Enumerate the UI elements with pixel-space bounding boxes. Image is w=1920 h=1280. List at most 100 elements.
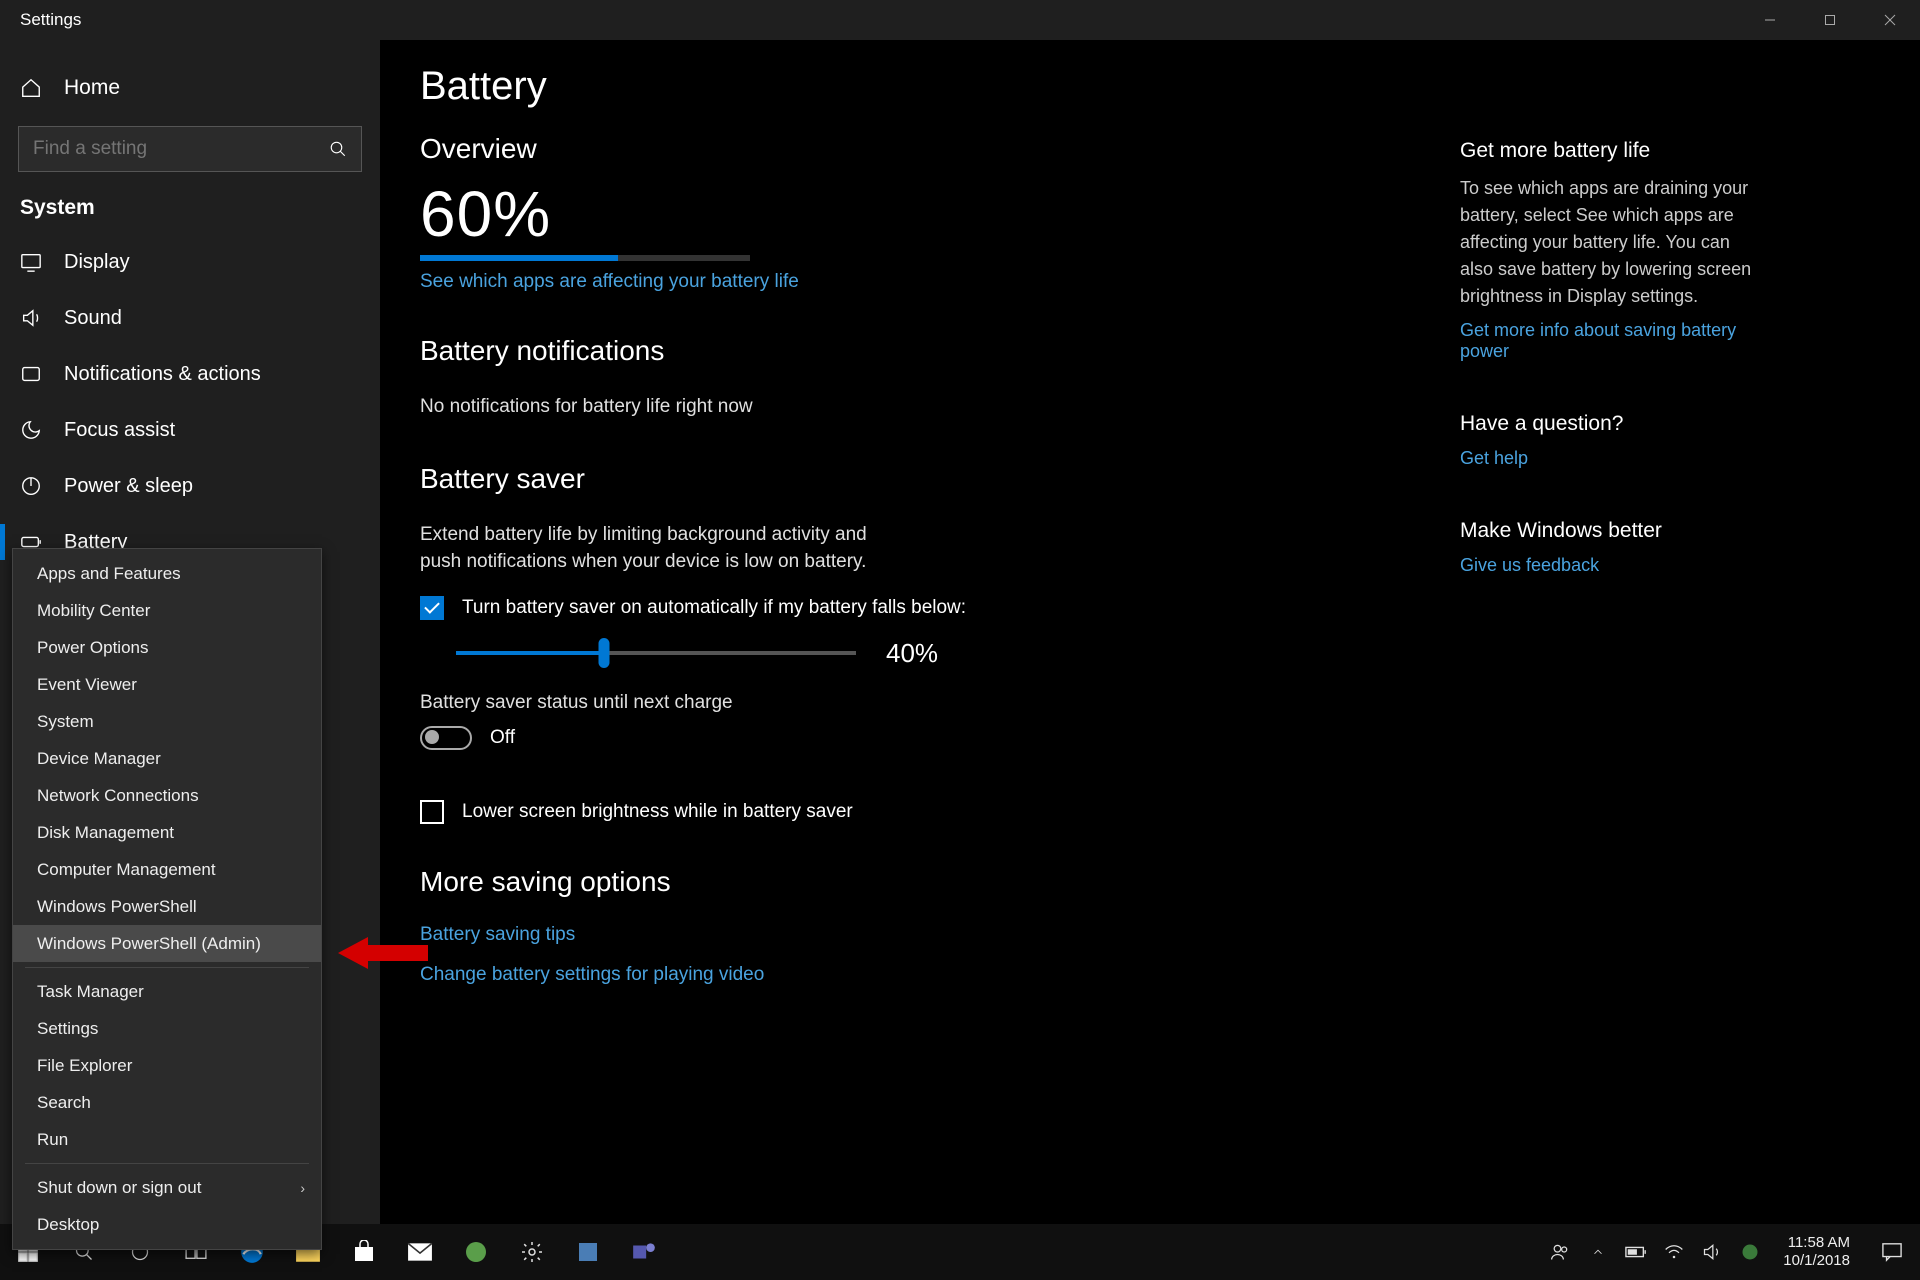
video-settings-link[interactable]: Change battery settings for playing vide… [420, 964, 764, 985]
close-button[interactable] [1860, 0, 1920, 40]
home-button[interactable]: Home [0, 60, 380, 116]
saver-description: Extend battery life by limiting backgrou… [420, 521, 900, 576]
annotation-red-arrow [338, 933, 428, 973]
power-icon [20, 475, 42, 497]
taskbar-app-button[interactable] [448, 1224, 504, 1280]
context-item[interactable]: File Explorer [13, 1047, 321, 1084]
context-item[interactable]: Power Options [13, 629, 321, 666]
action-center-button[interactable] [1864, 1224, 1920, 1280]
minimize-button[interactable] [1740, 0, 1800, 40]
home-icon [20, 77, 42, 99]
display-icon [20, 251, 42, 273]
toggle-off[interactable] [420, 726, 472, 750]
context-item[interactable]: Apps and Features [13, 555, 321, 592]
sidebar-item-label: Power & sleep [64, 475, 193, 498]
threshold-value: 40% [886, 638, 938, 669]
search-input[interactable] [33, 138, 329, 160]
taskbar-app2-button[interactable] [560, 1224, 616, 1280]
clock-date: 10/1/2018 [1783, 1252, 1850, 1270]
taskbar-teams-button[interactable] [616, 1224, 672, 1280]
right-text-1: To see which apps are draining your batt… [1460, 175, 1760, 310]
tray-app-icon[interactable] [1731, 1224, 1769, 1280]
context-item[interactable]: Search [13, 1084, 321, 1121]
saver-status-label: Battery saver status until next charge [420, 689, 1240, 717]
sidebar-item-power-sleep[interactable]: Power & sleep [0, 458, 380, 514]
main-content: Battery Overview 60% See which apps are … [380, 40, 1920, 1280]
apps-affecting-link[interactable]: See which apps are affecting your batter… [420, 271, 799, 292]
clock-time: 11:58 AM [1783, 1234, 1850, 1252]
chevron-right-icon: › [300, 1180, 305, 1196]
brightness-checkbox-row[interactable]: Lower screen brightness while in battery… [420, 800, 1240, 824]
winx-context-menu: Apps and Features Mobility Center Power … [12, 548, 322, 1250]
battery-percent: 60% [420, 177, 1240, 251]
saver-toggle-row[interactable]: Off [420, 726, 1240, 750]
context-item[interactable]: Settings [13, 1010, 321, 1047]
tray-volume-icon[interactable] [1693, 1224, 1731, 1280]
context-item-shutdown[interactable]: Shut down or sign out › [13, 1169, 321, 1206]
context-item[interactable]: Computer Management [13, 851, 321, 888]
context-item[interactable]: Task Manager [13, 973, 321, 1010]
tray-wifi-icon[interactable] [1655, 1224, 1693, 1280]
maximize-button[interactable] [1800, 0, 1860, 40]
tray-people-icon[interactable] [1541, 1224, 1579, 1280]
taskbar-clock[interactable]: 11:58 AM 10/1/2018 [1769, 1234, 1864, 1270]
context-item[interactable]: Windows PowerShell [13, 888, 321, 925]
right-heading-2: Have a question? [1460, 412, 1760, 436]
tray-battery-icon[interactable] [1617, 1224, 1655, 1280]
search-icon [329, 140, 347, 158]
context-item[interactable]: Run [13, 1121, 321, 1158]
sidebar-item-focus-assist[interactable]: Focus assist [0, 402, 380, 458]
sidebar-item-label: Display [64, 251, 130, 274]
threshold-slider[interactable] [456, 651, 856, 655]
notifications-text: No notifications for battery life right … [420, 393, 1240, 421]
feedback-link[interactable]: Give us feedback [1460, 555, 1599, 575]
saver-heading: Battery saver [420, 463, 1240, 495]
context-item-powershell-admin[interactable]: Windows PowerShell (Admin) [13, 925, 321, 962]
focus-assist-icon [20, 419, 42, 441]
right-link-1[interactable]: Get more info about saving battery power [1460, 320, 1736, 361]
checkbox-unchecked-icon[interactable] [420, 800, 444, 824]
notifications-heading: Battery notifications [420, 335, 1240, 367]
taskbar-store-button[interactable] [336, 1224, 392, 1280]
sound-icon [20, 307, 42, 329]
checkbox-checked-icon[interactable] [420, 596, 444, 620]
auto-saver-label: Turn battery saver on automatically if m… [462, 597, 966, 619]
toggle-state-label: Off [490, 727, 515, 749]
system-tray: 11:58 AM 10/1/2018 [1541, 1224, 1920, 1280]
get-help-link[interactable]: Get help [1460, 448, 1528, 468]
context-item[interactable]: System [13, 703, 321, 740]
overview-heading: Overview [420, 133, 1240, 165]
right-heading-1: Get more battery life [1460, 139, 1760, 163]
sidebar-item-display[interactable]: Display [0, 234, 380, 290]
tray-chevron-up-icon[interactable] [1579, 1224, 1617, 1280]
context-item[interactable]: Mobility Center [13, 592, 321, 629]
context-separator [25, 967, 309, 968]
sidebar-item-notifications[interactable]: Notifications & actions [0, 346, 380, 402]
battery-level-bar [420, 255, 750, 261]
window-controls [1740, 0, 1920, 40]
context-item[interactable]: Device Manager [13, 740, 321, 777]
auto-saver-checkbox-row[interactable]: Turn battery saver on automatically if m… [420, 596, 1240, 620]
brightness-checkbox-label: Lower screen brightness while in battery… [462, 801, 853, 823]
context-item[interactable]: Network Connections [13, 777, 321, 814]
sidebar-section-header: System [0, 196, 380, 220]
search-box[interactable] [18, 126, 362, 172]
sidebar-item-label: Notifications & actions [64, 363, 261, 386]
titlebar: Settings [0, 0, 1920, 40]
sidebar-item-label: Focus assist [64, 419, 175, 442]
right-heading-3: Make Windows better [1460, 519, 1760, 543]
context-item[interactable]: Event Viewer [13, 666, 321, 703]
home-label: Home [64, 76, 120, 100]
taskbar-mail-button[interactable] [392, 1224, 448, 1280]
taskbar-settings-button[interactable] [504, 1224, 560, 1280]
context-separator [25, 1163, 309, 1164]
page-title: Battery [420, 64, 1880, 109]
context-item[interactable]: Disk Management [13, 814, 321, 851]
threshold-slider-row: 40% [420, 638, 1240, 669]
notifications-icon [20, 363, 42, 385]
battery-tips-link[interactable]: Battery saving tips [420, 924, 575, 945]
sidebar-item-sound[interactable]: Sound [0, 290, 380, 346]
context-item[interactable]: Desktop [13, 1206, 321, 1243]
more-options-heading: More saving options [420, 866, 1240, 898]
window-title: Settings [20, 10, 81, 30]
